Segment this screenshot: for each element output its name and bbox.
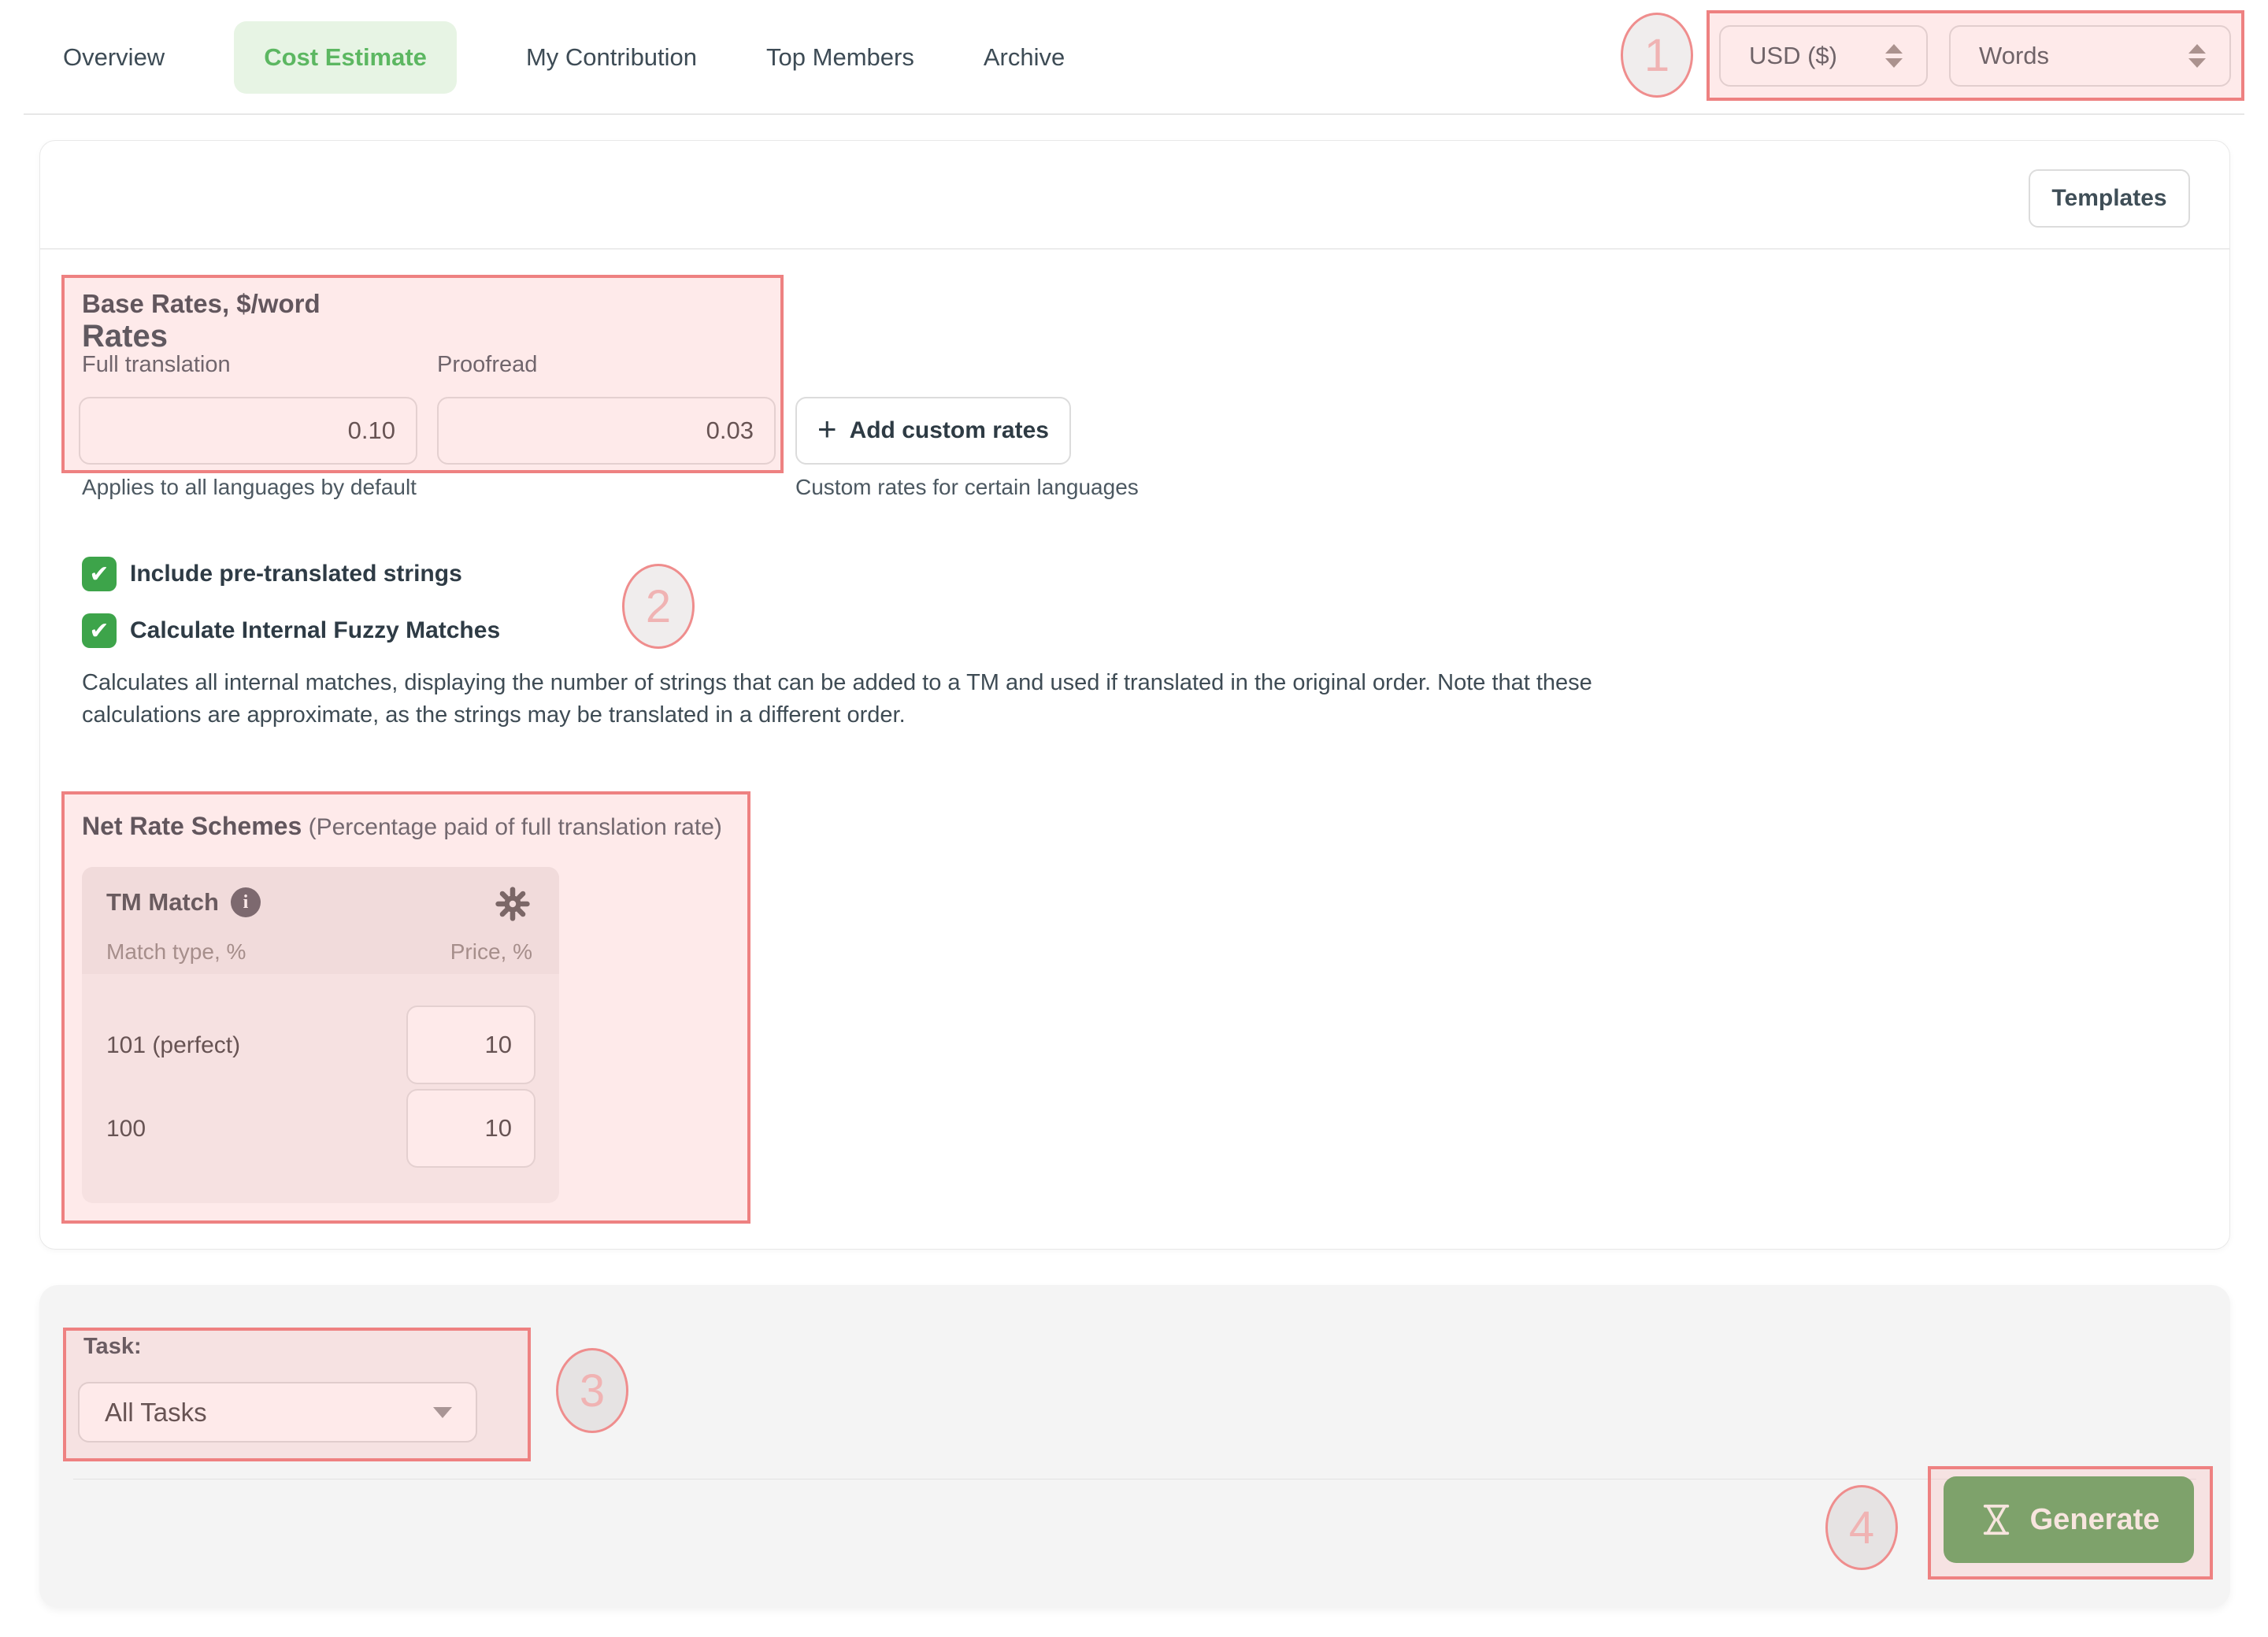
generate-button-label: Generate [2030, 1503, 2160, 1537]
info-icon[interactable]: i [231, 887, 261, 917]
base-rates-helper: Applies to all languages by default [82, 475, 417, 500]
custom-rates-helper: Custom rates for certain languages [795, 475, 1139, 500]
units-select[interactable]: Words [1949, 25, 2231, 87]
generate-panel: Task: All Tasks Generate [39, 1285, 2230, 1608]
net-rate-schemes-title: Net Rate Schemes [82, 812, 302, 840]
templates-button[interactable]: Templates [2029, 169, 2190, 228]
task-select[interactable]: All Tasks [78, 1382, 477, 1443]
gear-icon[interactable] [495, 886, 531, 922]
tab-top-members[interactable]: Top Members [766, 43, 914, 72]
generate-button[interactable]: Generate [1944, 1476, 2194, 1563]
full-translation-label: Full translation [82, 352, 231, 378]
rates-card: Rates Templates Base Rates, $/word Full … [39, 140, 2230, 1250]
pretranslated-checkbox-label: Include pre-translated strings [130, 561, 462, 587]
match-type-column-header: Match type, % [106, 939, 246, 965]
up-down-arrows-icon [2188, 44, 2206, 68]
match-price-input-101[interactable] [406, 1006, 536, 1084]
tab-my-contribution[interactable]: My Contribution [526, 43, 697, 72]
checkbox-checked-icon[interactable]: ✔ [82, 613, 117, 648]
tab-archive[interactable]: Archive [984, 43, 1065, 72]
units-select-value: Words [1979, 42, 2188, 70]
tm-match-card: TM Match i Match type, % Price, % 101 (p… [82, 867, 559, 1203]
tm-match-title: TM Match i [106, 887, 261, 917]
card-header-divider [40, 248, 2229, 250]
task-label: Task: [83, 1334, 142, 1360]
nav-divider [24, 113, 2244, 115]
hourglass-icon [1978, 1502, 2014, 1538]
add-custom-rates-label: Add custom rates [850, 417, 1049, 444]
base-rates-heading: Base Rates, $/word [82, 289, 321, 319]
fuzzy-matches-checkbox-row[interactable]: ✔ Calculate Internal Fuzzy Matches [82, 613, 500, 648]
proofread-label: Proofread [437, 352, 537, 378]
currency-select-value: USD ($) [1749, 42, 1885, 70]
add-custom-rates-button[interactable]: + Add custom rates [795, 397, 1071, 465]
caret-down-icon [433, 1407, 452, 1418]
price-column-header: Price, % [450, 939, 532, 965]
match-row-label-100: 100 [106, 1116, 146, 1143]
plus-icon: + [817, 413, 837, 446]
net-rate-schemes-subtitle: (Percentage paid of full translation rat… [309, 814, 722, 840]
net-rate-schemes-heading: Net Rate Schemes (Percentage paid of ful… [82, 812, 722, 841]
pretranslated-checkbox-row[interactable]: ✔ Include pre-translated strings [82, 557, 462, 591]
rates-title: Rates [82, 319, 168, 354]
full-translation-input[interactable] [79, 397, 417, 465]
checkbox-checked-icon[interactable]: ✔ [82, 557, 117, 591]
panel-divider [73, 1479, 2196, 1480]
proofread-input[interactable] [437, 397, 776, 465]
task-select-value: All Tasks [105, 1398, 433, 1428]
match-price-input-100[interactable] [406, 1089, 536, 1168]
cost-estimate-page: Overview Cost Estimate My Contribution T… [0, 0, 2268, 1637]
up-down-arrows-icon [1885, 44, 1903, 68]
currency-select[interactable]: USD ($) [1719, 25, 1928, 87]
tm-match-title-text: TM Match [106, 888, 219, 917]
tab-cost-estimate[interactable]: Cost Estimate [234, 21, 457, 94]
match-row-label-101: 101 (perfect) [106, 1032, 240, 1059]
fuzzy-matches-description: Calculates all internal matches, display… [82, 667, 1594, 731]
annotation-step-1-badge: 1 [1621, 13, 1693, 98]
top-nav: Overview Cost Estimate My Contribution T… [63, 0, 1065, 114]
fuzzy-matches-checkbox-label: Calculate Internal Fuzzy Matches [130, 617, 500, 644]
tab-overview[interactable]: Overview [63, 43, 165, 72]
